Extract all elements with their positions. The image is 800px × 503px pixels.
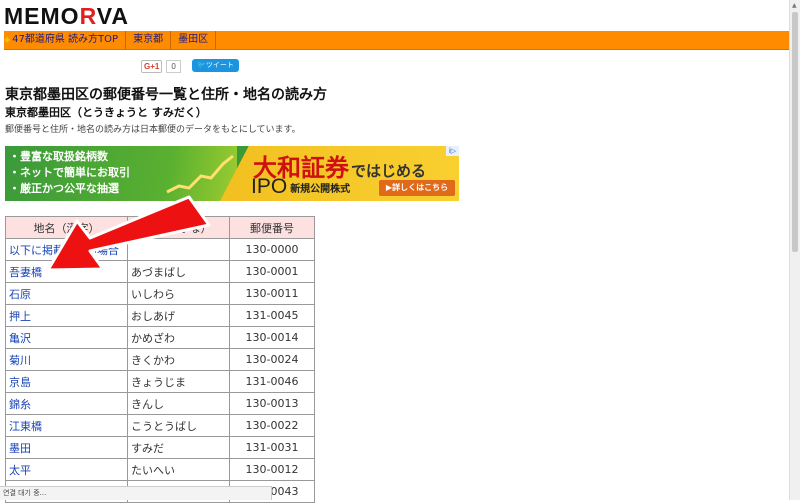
ad-feature-line: ・豊富な取扱銘柄数 [9, 150, 108, 163]
nav-item-label: 東京都 [133, 34, 164, 45]
place-kana: きょうじま [127, 370, 230, 393]
place-name-link[interactable]: 以下に掲載がない場合 [5, 238, 128, 261]
place-name-link[interactable]: 菊川 [5, 348, 128, 371]
nav-item-top[interactable]: ◆ 47都道府県 読み方TOP [4, 31, 127, 49]
tweet-button[interactable]: 🐦ツイート [192, 59, 239, 72]
table-row: 吾妻橋 あづまばし 130-0001 [5, 260, 315, 283]
place-kana: いしわら [127, 282, 230, 305]
nav-item-tokyo[interactable]: 東京都 [126, 31, 172, 49]
place-name-link[interactable]: 吾妻橋 [5, 260, 128, 283]
ad-feature-line: ・厳正かつ公平な抽選 [9, 182, 119, 195]
site-logo[interactable]: MEMORVA [4, 4, 129, 28]
logo-text-accent: R [79, 3, 97, 29]
table-row: 亀沢 かめざわ 130-0014 [5, 326, 315, 349]
google-plus-button[interactable]: G+1 [141, 59, 163, 73]
place-kana: たいへい [127, 458, 230, 481]
logo-text-left: MEMO [4, 3, 80, 29]
postal-code: 130-0013 [229, 392, 315, 415]
postal-code: 130-0001 [229, 260, 315, 283]
place-name-link[interactable]: 錦糸 [5, 392, 128, 415]
ad-feature-line: ・ネットで簡単にお取引 [9, 166, 130, 179]
postal-code: 130-0000 [229, 238, 315, 261]
browser-status-bar: 연결 대기 중... [0, 486, 272, 500]
page-title: 東京都墨田区の郵便番号一覧と住所・地名の読み方 [5, 87, 327, 103]
table-row: 錦糸 きんし 130-0013 [5, 392, 315, 415]
postal-code: 130-0014 [229, 326, 315, 349]
place-name-link[interactable]: 京島 [5, 370, 128, 393]
place-kana [127, 238, 230, 261]
place-name-link[interactable]: 押上 [5, 304, 128, 327]
header-name-kana: 地名（かな） [127, 216, 230, 239]
postal-code: 131-0031 [229, 436, 315, 459]
table-row: 菊川 きくかわ 130-0024 [5, 348, 315, 371]
header-postal-code: 郵便番号 [229, 216, 315, 239]
scrollbar-thumb[interactable] [792, 12, 798, 252]
ad-ipo-label: IPO [251, 175, 288, 198]
place-kana: かめざわ [127, 326, 230, 349]
scroll-up-arrow-icon[interactable]: ▲ [792, 2, 797, 9]
postal-code: 130-0011 [229, 282, 315, 305]
postal-code: 130-0022 [229, 414, 315, 437]
breadcrumb-nav: ◆ 47都道府県 読み方TOP 東京都 墨田区 [4, 31, 790, 50]
place-name-link[interactable]: 江東橋 [5, 414, 128, 437]
place-kana: きんし [127, 392, 230, 415]
place-name-link[interactable]: 太平 [5, 458, 128, 481]
ad-banner[interactable]: ・豊富な取扱銘柄数 ・ネットで簡単にお取引 ・厳正かつ公平な抽選 大和証券 ではじ… [5, 146, 459, 201]
nav-item-label: 墨田区 [178, 34, 209, 45]
postal-code: 130-0012 [229, 458, 315, 481]
google-plus-share[interactable]: G+1 0 [141, 59, 181, 73]
place-kana: おしあげ [127, 304, 230, 327]
table-row: 江東橋 こうとうばし 130-0022 [5, 414, 315, 437]
logo-text-right: VA [96, 3, 130, 29]
twitter-bird-icon: 🐦 [197, 61, 206, 69]
rising-graph-icon [166, 154, 234, 194]
tweet-label: ツイート [205, 61, 234, 69]
place-kana: すみだ [127, 436, 230, 459]
postal-code-table: 地名（漢字） 地名（かな） 郵便番号 以下に掲載がない場合 130-0000 吾妻橋… [5, 216, 315, 503]
vertical-scrollbar[interactable]: ▲ [789, 0, 800, 500]
table-header-row: 地名（漢字） 地名（かな） 郵便番号 [5, 216, 315, 239]
table-row: 墨田 すみだ 131-0031 [5, 436, 315, 459]
place-name-link[interactable]: 亀沢 [5, 326, 128, 349]
place-name-link[interactable]: 墨田 [5, 436, 128, 459]
nav-item-label: 47都道府県 読み方TOP [12, 34, 119, 45]
table-body: 以下に掲載がない場合 130-0000 吾妻橋 あづまばし 130-0001 石原 いしわら… [5, 238, 315, 503]
page-subtitle: 東京都墨田区（とうきょうと すみだく） [5, 106, 207, 119]
place-kana: こうとうばし [127, 414, 230, 437]
postal-code: 131-0046 [229, 370, 315, 393]
postal-code: 130-0024 [229, 348, 315, 371]
postal-code: 131-0045 [229, 304, 315, 327]
table-row: 押上 おしあげ 131-0045 [5, 304, 315, 327]
ad-features: ・豊富な取扱銘柄数 ・ネットで簡単にお取引 ・厳正かつ公平な抽選 [9, 149, 130, 197]
ad-brand-tagline: ではじめる [351, 162, 427, 180]
table-row: 石原 いしわら 130-0011 [5, 282, 315, 305]
ad-details-button[interactable]: ▶詳しくはこちら [379, 180, 455, 196]
ad-ipo-sub: 新規公開株式 [290, 183, 351, 195]
nav-item-sumida[interactable]: 墨田区 [171, 31, 217, 49]
google-plus-count: 0 [166, 59, 181, 73]
table-row: 京島 きょうじま 131-0046 [5, 370, 315, 393]
place-kana: きくかわ [127, 348, 230, 371]
table-row: 太平 たいへい 130-0012 [5, 458, 315, 481]
table-row: 以下に掲載がない場合 130-0000 [5, 238, 315, 261]
place-kana: あづまばし [127, 260, 230, 283]
header-name-kanji: 地名（漢字） [5, 216, 128, 239]
ad-ipo: IPO 新規公開株式 [251, 176, 350, 198]
place-name-link[interactable]: 石原 [5, 282, 128, 305]
ad-choices-icon[interactable]: i▷ [446, 146, 459, 156]
page-description: 郵便番号と住所・地名の読み方は日本郵便のデータをもとにしています。 [5, 125, 301, 135]
diamond-icon: ◆ [4, 35, 11, 44]
